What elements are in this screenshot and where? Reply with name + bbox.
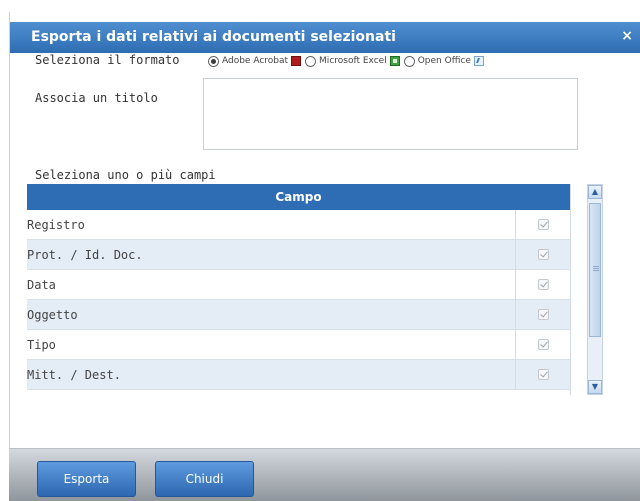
title-textarea[interactable] bbox=[203, 78, 578, 150]
row-checkbox[interactable] bbox=[537, 249, 549, 260]
table-row[interactable]: Prot. / Id. Doc. bbox=[27, 239, 570, 270]
scroll-down-icon[interactable]: ▼ bbox=[588, 380, 602, 394]
row-checkbox[interactable] bbox=[537, 309, 549, 320]
scrollbar-thumb[interactable] bbox=[589, 203, 601, 337]
radio-openoffice[interactable] bbox=[403, 55, 415, 67]
row-checkbox[interactable] bbox=[537, 339, 549, 350]
row-checkbox[interactable] bbox=[537, 219, 549, 230]
close-button[interactable]: Chiudi bbox=[155, 461, 254, 497]
radio-pdf[interactable] bbox=[208, 55, 219, 67]
close-icon[interactable]: × bbox=[621, 28, 633, 44]
row-checkbox[interactable] bbox=[537, 279, 549, 290]
row-checkbox-cell bbox=[515, 329, 570, 360]
export-button[interactable]: Esporta bbox=[37, 461, 136, 497]
table-row[interactable]: Tipo bbox=[27, 329, 570, 360]
column-header-campo: Campo bbox=[27, 184, 570, 210]
excel-icon bbox=[389, 56, 400, 66]
format-label-openoffice: Open Office bbox=[417, 56, 471, 66]
fields-label: Seleziona uno o più campi bbox=[35, 168, 216, 182]
row-checkbox[interactable] bbox=[537, 369, 549, 380]
row-field-name: Mitt. / Dest. bbox=[27, 367, 121, 382]
table-row[interactable]: Data bbox=[27, 269, 570, 300]
title-field-label: Associa un titolo bbox=[35, 91, 158, 105]
openoffice-icon bbox=[473, 56, 484, 66]
format-option-openoffice[interactable]: Open Office bbox=[403, 55, 484, 67]
row-checkbox-cell bbox=[515, 269, 570, 300]
row-checkbox-cell bbox=[515, 359, 570, 390]
format-label-excel: Microsoft Excel bbox=[319, 56, 387, 66]
table-row[interactable]: Mitt. / Dest. bbox=[27, 359, 570, 390]
row-checkbox-cell bbox=[515, 239, 570, 270]
format-options: Adobe Acrobat Microsoft Excel Open Offic… bbox=[208, 53, 488, 69]
format-option-pdf[interactable]: Adobe Acrobat bbox=[208, 55, 302, 67]
scrollbar-grip-icon bbox=[593, 266, 599, 267]
format-option-excel[interactable]: Microsoft Excel bbox=[305, 55, 400, 67]
scroll-up-icon[interactable]: ▲ bbox=[588, 185, 602, 199]
format-label: Seleziona il formato bbox=[35, 53, 180, 67]
row-checkbox-cell bbox=[515, 299, 570, 330]
row-field-name: Data bbox=[27, 277, 56, 292]
grid-scrollbar[interactable]: ▲ ▼ bbox=[587, 184, 603, 395]
table-row[interactable]: Oggetto bbox=[27, 299, 570, 330]
format-label-pdf: Adobe Acrobat bbox=[222, 56, 289, 66]
grid-rows: Registro Prot. / Id. Doc. Data Oggetto T… bbox=[27, 209, 570, 390]
pdf-icon bbox=[291, 56, 302, 66]
table-row[interactable]: Registro bbox=[27, 209, 570, 240]
fields-grid: Campo Registro Prot. / Id. Doc. Data Ogg… bbox=[27, 184, 571, 395]
row-checkbox-cell bbox=[515, 209, 570, 240]
row-field-name: Tipo bbox=[27, 337, 56, 352]
dialog-title: Esporta i dati relativi ai documenti sel… bbox=[31, 29, 396, 45]
row-field-name: Prot. / Id. Doc. bbox=[27, 247, 143, 262]
radio-excel[interactable] bbox=[305, 55, 317, 67]
row-field-name: Registro bbox=[27, 217, 85, 232]
row-field-name: Oggetto bbox=[27, 307, 78, 322]
dialog-titlebar: Esporta i dati relativi ai documenti sel… bbox=[10, 22, 640, 53]
dialog-footer: Esporta Chiudi bbox=[9, 448, 640, 501]
